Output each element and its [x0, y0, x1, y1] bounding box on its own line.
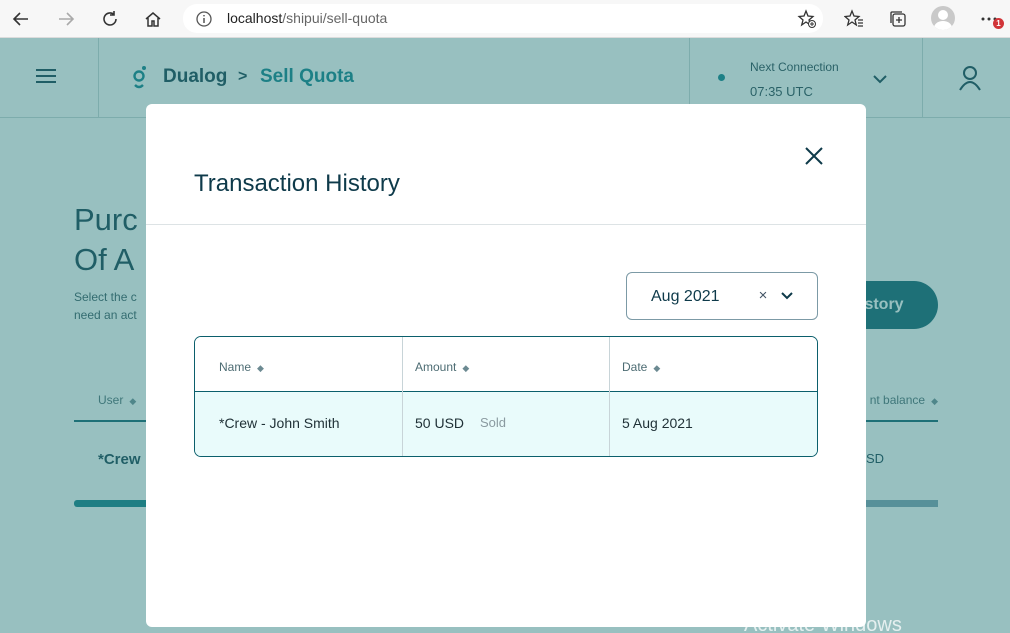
column-divider	[402, 337, 403, 456]
month-select-value: Aug 2021	[651, 288, 720, 305]
favorites-icon[interactable]	[841, 6, 867, 32]
browser-toolbar: localhost/shipui/sell-quota 1	[0, 0, 1010, 38]
table-row[interactable]: *Crew - John Smith 50 USD Sold 5 Aug 202…	[195, 392, 817, 456]
activate-windows-watermark: Activate Windows	[744, 614, 902, 633]
notification-badge: 1	[993, 18, 1004, 29]
address-text: localhost/shipui/sell-quota	[227, 10, 387, 26]
site-info-icon[interactable]	[191, 6, 217, 32]
column-divider	[609, 337, 610, 456]
favorite-add-icon[interactable]	[794, 6, 820, 32]
modal-divider	[146, 224, 866, 225]
cell-name: *Crew - John Smith	[219, 415, 340, 431]
refresh-icon[interactable]	[97, 6, 123, 32]
url-path: /shipui/sell-quota	[282, 10, 388, 26]
sort-icon[interactable]: ◆	[653, 363, 660, 374]
back-arrow-icon[interactable]	[8, 6, 34, 32]
sort-icon[interactable]: ◆	[462, 363, 469, 374]
home-icon[interactable]	[140, 6, 166, 32]
cell-amount: 50 USD	[415, 415, 465, 431]
column-header-name[interactable]: Name ◆	[219, 360, 264, 374]
cell-status: Sold	[480, 415, 507, 430]
transaction-table: Name ◆ Amount ◆ Date ◆ *Crew - John Smith 5…	[194, 336, 818, 457]
close-icon[interactable]	[802, 144, 826, 168]
profile-avatar[interactable]	[931, 6, 955, 30]
table-header-row: Name ◆ Amount ◆ Date ◆	[195, 337, 817, 392]
clear-icon[interactable]: ×	[755, 285, 771, 307]
month-select[interactable]: Aug 2021 ×	[626, 272, 818, 320]
column-header-amount[interactable]: Amount ◆	[415, 360, 469, 374]
collections-icon[interactable]	[885, 6, 911, 32]
forward-arrow-icon[interactable]	[53, 6, 79, 32]
modal-title: Transaction History	[194, 170, 400, 197]
column-header-date[interactable]: Date ◆	[622, 360, 660, 374]
sort-icon[interactable]: ◆	[257, 363, 264, 374]
chevron-down-icon[interactable]	[779, 288, 795, 304]
cell-date: 5 Aug 2021	[622, 415, 693, 431]
transaction-history-modal: Transaction History Aug 2021 × Name ◆ Amo…	[146, 104, 866, 627]
url-host: localhost	[227, 10, 283, 26]
